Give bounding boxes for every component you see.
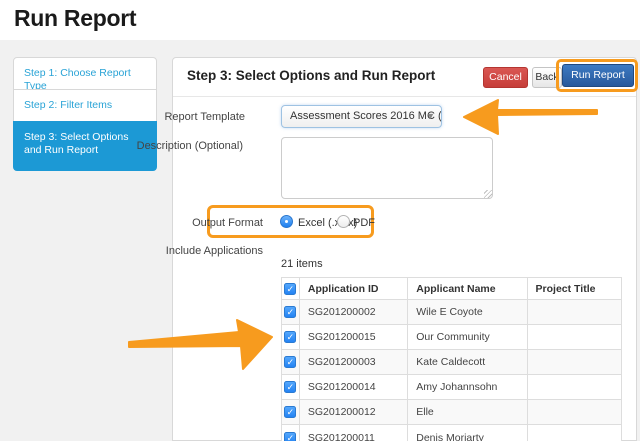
cell-project-title <box>528 300 621 324</box>
cell-application-id: SG201200002 <box>300 300 408 324</box>
cell-project-title <box>528 400 621 424</box>
table-row: ✓ SG201200012 Elle <box>282 400 621 425</box>
cell-applicant-name: Kate Caldecott <box>408 350 527 374</box>
cell-project-title <box>528 350 621 374</box>
cell-applicant-name: Our Community <box>408 325 527 349</box>
report-template-label: Report Template <box>115 111 245 123</box>
row-checkbox[interactable]: ✓ <box>284 331 296 343</box>
header-application-id: Application ID <box>300 278 408 299</box>
select-all-checkbox[interactable]: ✓ <box>284 283 296 295</box>
table-row: ✓ SG201200002 Wile E Coyote <box>282 300 621 325</box>
table-row: ✓ SG201200011 Denis Moriarty <box>282 425 621 441</box>
table-header-row: ✓ Application ID Applicant Name Project … <box>282 278 621 300</box>
resize-handle-icon[interactable] <box>484 190 492 198</box>
row-checkbox[interactable]: ✓ <box>284 432 296 441</box>
radio-pdf[interactable] <box>337 215 350 228</box>
cell-project-title <box>528 375 621 399</box>
row-checkbox[interactable]: ✓ <box>284 406 296 418</box>
cell-applicant-name: Elle <box>408 400 527 424</box>
applications-table: ✓ Application ID Applicant Name Project … <box>281 277 622 441</box>
items-count: 21 items <box>281 258 323 270</box>
page-title: Run Report <box>14 5 136 32</box>
header-project-title: Project Title <box>528 278 621 299</box>
description-label: Description (Optional) <box>113 140 243 152</box>
cell-application-id: SG201200015 <box>300 325 408 349</box>
output-format-label: Output Format <box>133 217 263 229</box>
cancel-button[interactable]: Cancel <box>483 67 528 88</box>
report-template-select[interactable]: Assessment Scores 2016 MC (.xlsx) ▼ <box>281 105 442 128</box>
report-template-selected-value: Assessment Scores 2016 MC (.xlsx) <box>290 110 442 122</box>
cell-applicant-name: Denis Moriarty <box>408 425 527 441</box>
cell-application-id: SG201200011 <box>300 425 408 441</box>
cell-project-title <box>528 425 621 441</box>
panel-heading: Step 3: Select Options and Run Report <box>187 68 435 83</box>
row-checkbox[interactable]: ✓ <box>284 381 296 393</box>
cell-application-id: SG201200014 <box>300 375 408 399</box>
header-applicant-name: Applicant Name <box>408 278 527 299</box>
panel-heading-divider <box>173 96 636 97</box>
row-checkbox[interactable]: ✓ <box>284 356 296 368</box>
table-row: ✓ SG201200015 Our Community <box>282 325 621 350</box>
run-report-page: Run Report Step 1: Choose Report Type St… <box>0 0 640 441</box>
include-applications-label: Include Applications <box>133 245 263 257</box>
cell-application-id: SG201200012 <box>300 400 408 424</box>
cell-project-title <box>528 325 621 349</box>
cell-application-id: SG201200003 <box>300 350 408 374</box>
radio-pdf-label[interactable]: PDF <box>353 217 375 229</box>
row-checkbox[interactable]: ✓ <box>284 306 296 318</box>
cell-applicant-name: Wile E Coyote <box>408 300 527 324</box>
table-row: ✓ SG201200003 Kate Caldecott <box>282 350 621 375</box>
caret-down-icon: ▼ <box>426 106 435 127</box>
description-textarea[interactable] <box>281 137 493 199</box>
cell-applicant-name: Amy Johannsohn <box>408 375 527 399</box>
radio-excel[interactable] <box>280 215 293 228</box>
table-row: ✓ SG201200014 Amy Johannsohn <box>282 375 621 400</box>
sidebar-item-step1[interactable]: Step 1: Choose Report Type <box>13 57 157 90</box>
run-report-button[interactable]: Run Report <box>562 64 634 87</box>
